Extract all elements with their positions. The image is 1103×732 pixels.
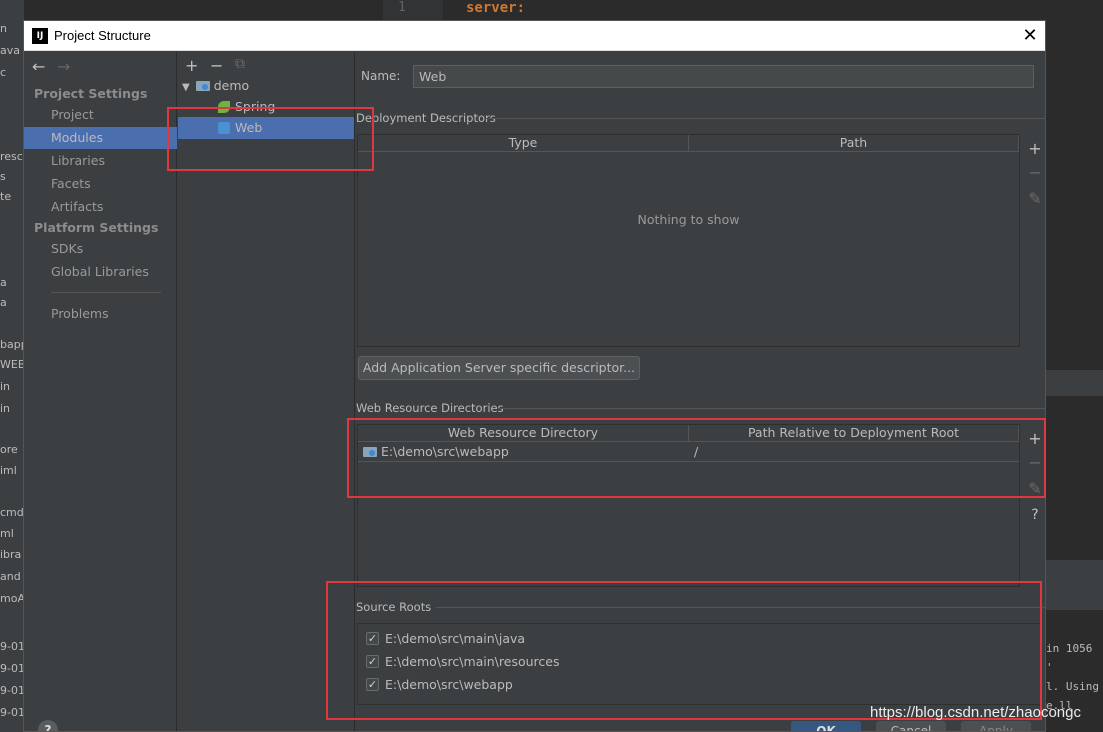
cancel-button[interactable]: Cancel — [876, 721, 946, 731]
help-icon[interactable]: ? — [1027, 507, 1043, 523]
forward-arrow-icon[interactable]: → — [57, 57, 70, 76]
name-input[interactable]: Web — [413, 65, 1034, 88]
background-project-tree: n ava c resc s te a a bapp WEB in in ore… — [0, 0, 24, 732]
copy-module-icon[interactable]: ⧉ — [235, 56, 245, 72]
add-server-descriptor-button[interactable]: Add Application Server specific descript… — [358, 356, 640, 380]
edit-descriptor-icon[interactable]: ✎ — [1027, 189, 1043, 208]
tree-item-demo[interactable]: ▼ demo — [178, 75, 354, 97]
nav-item-artifacts[interactable]: Artifacts — [24, 196, 177, 218]
dialog-title: Project Structure — [54, 28, 151, 43]
intellij-logo-icon: IJ — [32, 28, 48, 44]
nav-item-global-libraries[interactable]: Global Libraries — [24, 261, 177, 283]
help-icon[interactable]: ? — [38, 720, 58, 731]
settings-nav: ← → Project Settings Project Modules Lib… — [24, 52, 177, 731]
deployment-descriptors-title: Deployment Descriptors — [356, 111, 496, 125]
nav-item-sdks[interactable]: SDKs — [24, 238, 177, 260]
remove-descriptor-icon[interactable]: − — [1027, 163, 1043, 182]
nav-item-modules[interactable]: Modules — [24, 127, 177, 149]
module-folder-icon — [195, 81, 210, 91]
ok-button[interactable]: OK — [791, 721, 861, 731]
background-band — [1044, 560, 1103, 610]
column-header-path[interactable]: Path — [689, 135, 1019, 152]
add-descriptor-icon[interactable]: + — [1027, 139, 1043, 158]
dialog-titlebar: IJ Project Structure ✕ — [24, 21, 1045, 51]
line-number: 1 — [398, 0, 406, 15]
apply-button[interactable]: Apply — [961, 721, 1031, 731]
highlight-box — [167, 107, 374, 171]
empty-state-text: Nothing to show — [637, 212, 740, 227]
add-module-icon[interactable]: + — [185, 56, 198, 75]
highlight-box — [347, 418, 1046, 498]
code-line: server: — [466, 0, 526, 16]
deployment-descriptors-table[interactable]: Type Path Nothing to show — [357, 134, 1020, 347]
highlight-box — [326, 581, 1042, 720]
column-header-type[interactable]: Type — [358, 135, 689, 152]
nav-item-facets[interactable]: Facets — [24, 173, 177, 195]
expand-arrow-icon[interactable]: ▼ — [182, 82, 190, 93]
nav-item-libraries[interactable]: Libraries — [24, 150, 177, 172]
project-settings-header: Project Settings — [34, 86, 148, 101]
nav-divider — [51, 292, 161, 293]
watermark-text: https://blog.csdn.net/zhaocongc — [870, 704, 1081, 721]
group-divider — [498, 408, 1045, 409]
back-arrow-icon[interactable]: ← — [32, 57, 45, 76]
remove-module-icon[interactable]: − — [210, 56, 223, 75]
group-divider — [486, 118, 1045, 119]
close-button[interactable]: ✕ — [1018, 24, 1042, 48]
web-resource-directories-title: Web Resource Directories — [356, 401, 504, 415]
nav-item-problems[interactable]: Problems — [24, 303, 177, 325]
name-label: Name: — [361, 69, 401, 83]
background-band — [1044, 370, 1103, 396]
platform-settings-header: Platform Settings — [34, 220, 159, 235]
nav-item-project[interactable]: Project — [24, 104, 177, 126]
